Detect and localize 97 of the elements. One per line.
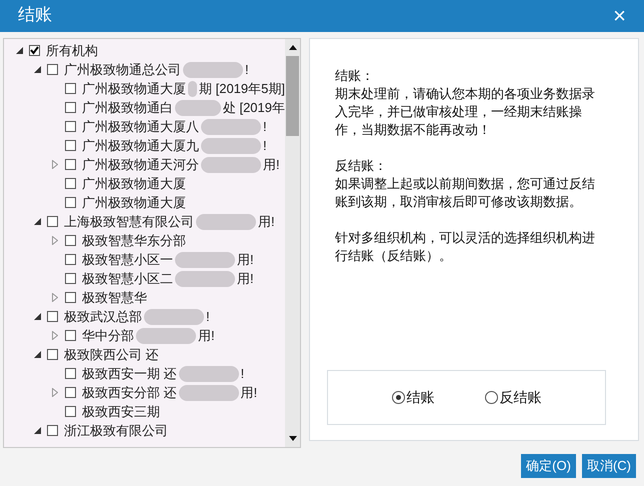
tree-checkbox[interactable] [65,83,76,94]
tree-item-label[interactable]: 极致西安分部 还 [82,382,177,402]
tree-item-label[interactable]: 用! [198,326,215,346]
tree-item-label[interactable]: 广州极致物通大厦 [82,174,186,194]
tree-checkbox[interactable] [65,140,76,151]
tree-item-label[interactable]: ! [263,116,267,136]
section-heading: 反结账： [335,157,388,175]
tree-item-label[interactable]: ! [240,364,244,384]
tree-checkbox[interactable] [65,387,76,398]
scrollbar[interactable] [285,39,300,447]
redaction-blur [196,214,256,230]
dialog-button[interactable]: 取消(C) [582,454,636,478]
tree-item-label[interactable]: 极致西安三期 [82,402,160,422]
redaction-blur [178,366,239,382]
redaction-blur [188,80,197,96]
tree-item-label[interactable]: 极致智慧华东分部 [82,230,186,250]
tree-item-label[interactable]: 处 [2019年 [222,98,285,118]
section-text: 针对多组织机构，可以灵活的选择组织机构进行结账（反结账）。 [335,229,596,265]
tree-item-label[interactable]: 广州极致物通大厦 [82,192,186,212]
tree-checkbox[interactable] [65,273,76,284]
tree-checkbox[interactable] [65,197,76,208]
tree-item-label[interactable]: 浙江极致有限公司 [64,420,168,440]
tree-item-label[interactable]: 极致武汉总部 [64,306,142,326]
radio-icon[interactable] [484,391,498,404]
tree-item-label[interactable]: 所有机构 [46,40,98,60]
tree-item-label[interactable]: 极致智慧小区二 [82,268,173,288]
tree-item-label[interactable]: 用! [237,250,254,270]
tree-item-label[interactable]: 广州极致物通大厦 [82,78,186,98]
tree-checkbox[interactable] [47,64,58,75]
scroll-down-icon[interactable] [288,436,296,441]
redaction-blur [175,100,221,116]
tree-checkbox[interactable] [65,254,76,265]
redaction-blur [144,308,204,324]
tree-checkbox[interactable] [65,235,76,246]
tree-checkbox[interactable] [65,368,76,379]
tree-item-label[interactable]: 上海极致智慧有限公司 [64,212,194,232]
tree-item-label[interactable]: 极致陕西公司 还 [64,344,159,364]
tree-item-label[interactable]: 广州极致物通白 [82,98,173,118]
scroll-thumb[interactable] [286,56,299,136]
radio-icon[interactable] [392,391,404,404]
tree-checkbox[interactable] [29,45,40,56]
expanded-triangle-icon[interactable] [34,66,40,73]
window-title: 结账 [18,4,52,28]
close-button[interactable]: × [613,5,626,27]
tree-item-label[interactable]: 用! [263,154,280,174]
radio-option[interactable]: 结账 [392,387,434,408]
tree-item-label[interactable]: 极致西安一期 还 [82,364,177,384]
tree-checkbox[interactable] [65,330,76,341]
tree-item-label[interactable]: 广州极致物通大厦八 [82,116,199,136]
collapsed-triangle-icon[interactable] [52,388,58,397]
tree-checkbox[interactable] [65,102,76,113]
tree-item-label[interactable]: 华中分部 [82,326,134,346]
section-text: 如果调整上起或以前期间数据，您可通过反结账到该期，取消审核后即可修改该期数据。 [335,175,596,211]
redaction-blur [201,156,261,172]
collapsed-triangle-icon[interactable] [52,160,58,169]
expanded-triangle-icon[interactable] [34,218,40,225]
tree-checkbox[interactable] [65,292,76,303]
section-heading: 结账： [335,67,375,85]
tree-checkbox[interactable] [65,159,76,170]
scroll-up-icon[interactable] [288,45,296,50]
tree-item-label[interactable]: 极致智慧小区一 [82,250,173,270]
tree-item-label[interactable]: 期 [2019年5期] [199,78,285,98]
tree-checkbox[interactable] [47,311,58,322]
tree-item-label[interactable]: 广州极致物通总公司 [64,60,181,80]
tree-checkbox[interactable] [47,216,58,227]
tree-checkbox[interactable] [47,349,58,360]
redaction-blur [136,328,196,344]
expanded-triangle-icon[interactable] [16,47,22,54]
tree-item-label[interactable]: 用! [237,268,254,288]
section-text: 期末处理前，请确认您本期的各项业务数据录入完毕，并已做审核处理，一经期末结账操作，当期数据不能再改动！ [335,85,596,139]
expanded-triangle-icon[interactable] [34,313,40,320]
redaction-blur [178,384,239,400]
collapsed-triangle-icon[interactable] [52,236,58,245]
redaction-blur [201,118,261,134]
tree-item-label[interactable]: 用! [240,382,258,402]
tree-item-label[interactable]: ! [206,306,210,326]
tree-checkbox[interactable] [65,121,76,132]
redaction-blur [183,62,243,78]
tree-item-label[interactable]: 广州极致物通天河分 [82,154,199,174]
check-icon [30,46,39,55]
redaction-blur [175,252,235,268]
expanded-triangle-icon[interactable] [34,351,40,358]
tree-item-label[interactable]: ! [263,136,267,156]
tree-item-label[interactable]: 广州极致物通大厦九 [82,136,199,156]
collapsed-triangle-icon[interactable] [52,331,58,340]
dialog-button[interactable]: 确定(O) [521,454,576,478]
radio-option[interactable]: 反结账 [484,387,542,408]
tree-checkbox[interactable] [65,178,76,189]
collapsed-triangle-icon[interactable] [52,293,58,302]
tree-checkbox[interactable] [65,406,76,417]
tree-item-label[interactable]: ! [245,60,249,80]
tree-item-label[interactable]: 用! [258,212,275,232]
expanded-triangle-icon[interactable] [34,427,40,434]
tree-item-label[interactable]: 极致智慧华 [82,288,147,308]
tree-checkbox[interactable] [47,425,58,436]
redaction-blur [175,270,235,286]
redaction-blur [201,138,261,154]
